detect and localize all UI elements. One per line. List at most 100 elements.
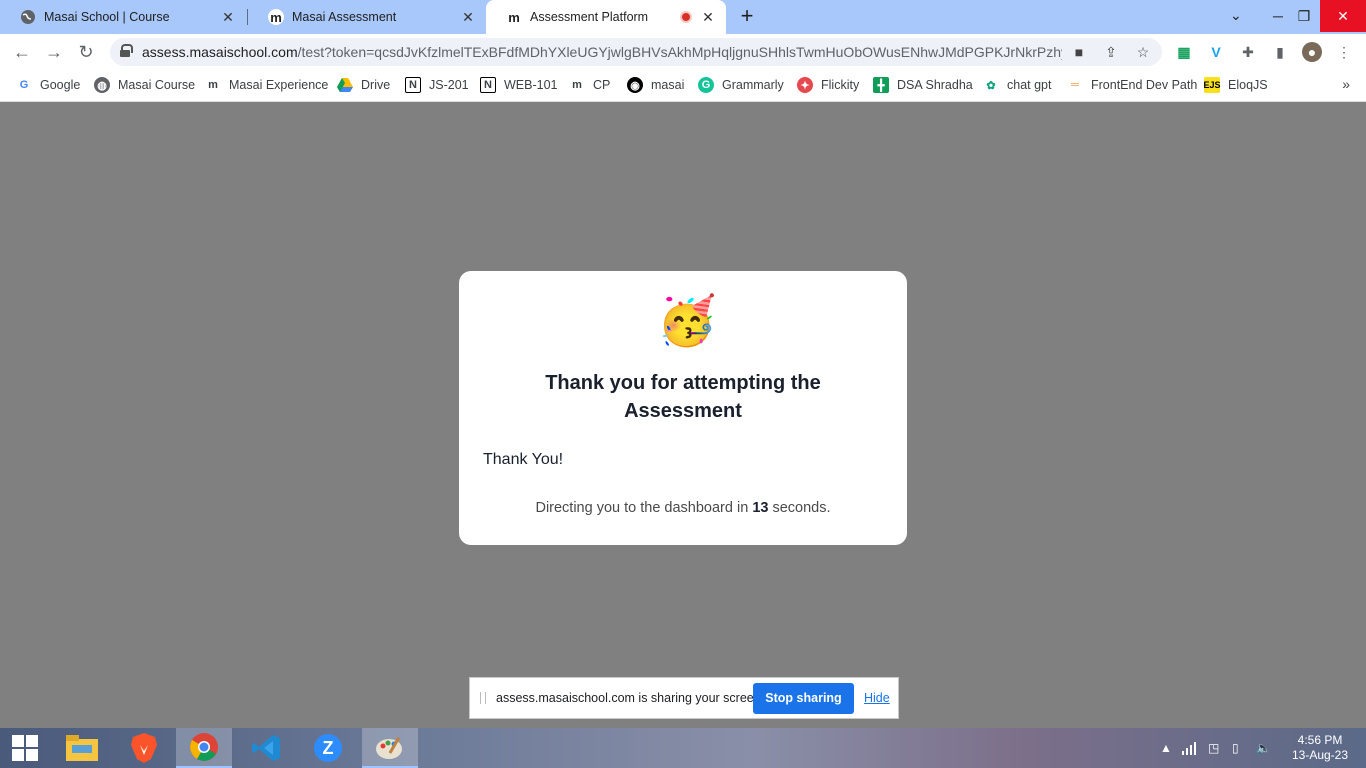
tab-masai-course[interactable]: Masai School | Course ✕ (0, 0, 246, 34)
masai-m-icon: m (508, 9, 520, 25)
bookmark-web-101[interactable]: N WEB-101 (480, 77, 558, 93)
vimeo-icon[interactable]: V (1206, 42, 1226, 62)
tab-title: Masai School | Course (44, 10, 170, 24)
bookmark-label: FrontEnd Dev Path (1091, 78, 1198, 92)
redirect-countdown: Directing you to the dashboard in 13 sec… (459, 500, 907, 516)
share-icon[interactable]: ⇪ (1102, 43, 1120, 61)
bookmark-label: Grammarly (722, 78, 784, 92)
bookmark-drive[interactable]: Drive (337, 77, 390, 93)
masai-m-icon: m (268, 9, 284, 25)
window-close-button[interactable]: ✕ (1320, 0, 1366, 32)
google-icon: G (19, 79, 29, 91)
close-icon[interactable]: ✕ (700, 9, 716, 25)
url-text[interactable]: assess.masaischool.com/test?token=qcsdJv… (142, 44, 1062, 60)
reload-button[interactable]: ↻ (74, 40, 98, 64)
close-icon[interactable]: ✕ (460, 9, 476, 25)
bookmark-star-icon[interactable]: ☆ (1134, 43, 1152, 61)
grammarly-icon: G (698, 77, 714, 93)
address-bar[interactable]: assess.masaischool.com/test?token=qcsdJv… (110, 38, 1162, 66)
battery-icon[interactable]: ▯ (1232, 728, 1239, 768)
menu-kebab-icon[interactable]: ⋮ (1334, 42, 1354, 62)
extensions-puzzle-icon[interactable]: ✚ (1238, 42, 1258, 62)
start-button[interactable] (0, 728, 50, 768)
tab-search-chevron-icon[interactable]: ⌄ (1230, 7, 1242, 24)
zoom-icon[interactable]: Z (300, 728, 356, 768)
bookmark-label: chat gpt (1007, 78, 1052, 92)
flickity-icon: ✦ (797, 77, 813, 93)
globe-icon (20, 9, 36, 25)
modal-title: Thank you for attempting the Assessment (545, 372, 821, 422)
bookmark-flickity[interactable]: ✦ Flickity (797, 77, 859, 93)
volume-icon[interactable]: 🔈 (1256, 728, 1271, 768)
svg-text:Z: Z (323, 738, 334, 758)
bookmark-masai-course[interactable]: ◍ Masai Course (94, 77, 195, 93)
bookmark-label: Google (40, 78, 81, 92)
globe-icon: ◍ (94, 77, 110, 93)
bookmark-google[interactable]: G Google (16, 77, 81, 93)
clock-time: 4:56 PM (1297, 733, 1343, 747)
tab-title: Masai Assessment (292, 10, 397, 24)
bookmark-chat-gpt[interactable]: ✿ chat gpt (983, 77, 1051, 93)
bookmark-label: JS-201 (429, 78, 469, 92)
device-icon[interactable]: ◳ (1208, 728, 1219, 768)
restore-button[interactable]: ❐ (1284, 0, 1324, 32)
tab-title: Assessment Platform (530, 10, 649, 24)
brave-icon[interactable] (116, 728, 172, 768)
camera-icon[interactable]: ■ (1070, 43, 1088, 61)
notion-icon: N (405, 77, 421, 93)
bookmark-label: DSA Shradha (897, 78, 973, 92)
paint-icon[interactable] (362, 728, 418, 768)
masai-m-icon: m (208, 79, 218, 91)
bookmark-label: Masai Experience (229, 78, 329, 92)
bookmark-grammarly[interactable]: G Grammarly (698, 77, 784, 93)
sheets-icon: ╋ (873, 77, 889, 93)
file-explorer-icon[interactable] (54, 728, 110, 768)
side-panel-icon[interactable]: ▮ (1270, 42, 1290, 62)
show-hidden-icons[interactable]: ▲ (1160, 728, 1172, 768)
redirect-suffix: seconds. (772, 500, 831, 516)
bookmark-masai-experience[interactable]: m Masai Experience (205, 77, 328, 93)
bookmark-label: masai (651, 78, 685, 92)
bookmark-label: EloqJS (1228, 78, 1268, 92)
party-face-icon: 🥳 (657, 295, 717, 348)
bookmark-label: Masai Course (118, 78, 196, 92)
stop-sharing-button[interactable]: Stop sharing (753, 683, 854, 714)
bookmark-eloqjs[interactable]: EJS EloqJS (1204, 77, 1268, 93)
close-icon[interactable]: ✕ (220, 9, 236, 25)
tab-masai-assessment[interactable]: m Masai Assessment ✕ (248, 0, 486, 34)
url-host: assess.masaischool.com (142, 44, 298, 60)
bookmark-js-201[interactable]: N JS-201 (405, 77, 469, 93)
vscode-icon[interactable] (238, 728, 294, 768)
bookmark-masai-github[interactable]: ◉ masai (627, 77, 684, 93)
lock-icon (120, 44, 133, 58)
new-tab-button[interactable]: + (736, 5, 758, 28)
bookmarks-bar: G Google ◍ Masai Course m Masai Experience … (0, 70, 1366, 102)
extension-chart-icon[interactable]: ▦ (1174, 42, 1194, 62)
tab-assessment-platform[interactable]: m Assessment Platform ✕ (486, 0, 726, 34)
bookmarks-overflow-icon[interactable]: » (1342, 76, 1350, 92)
windows-icon (12, 735, 38, 761)
redirect-seconds: 13 (752, 500, 769, 516)
drive-icon (337, 77, 353, 93)
hide-link[interactable]: Hide (864, 691, 890, 705)
tab-strip: Masai School | Course ✕ m Masai Assessme… (0, 0, 1366, 34)
bookmark-label: Flickity (821, 78, 860, 92)
profile-avatar[interactable]: ● (1302, 42, 1322, 62)
forward-button[interactable]: → (42, 40, 66, 64)
system-clock[interactable]: 4:56 PM 13-Aug-23 (1286, 733, 1354, 763)
notion-icon: N (480, 77, 496, 93)
modal-message: Thank You! (483, 451, 564, 468)
bookmark-label: WEB-101 (504, 78, 558, 92)
ejs-icon: EJS (1204, 77, 1221, 93)
chrome-icon[interactable] (176, 728, 232, 768)
bookmark-cp[interactable]: m CP (569, 77, 610, 93)
redirect-prefix: Directing you to the dashboard in (535, 500, 749, 516)
bookmark-dsa-shradha[interactable]: ╋ DSA Shradha (873, 77, 973, 93)
browser-toolbar: ← → ↻ assess.masaischool.com/test?token=… (0, 34, 1366, 70)
bookmark-label: CP (593, 78, 611, 92)
network-icon[interactable] (1182, 728, 1200, 768)
bookmark-frontend-dev-path[interactable]: ═ FrontEnd Dev Path (1067, 77, 1197, 93)
url-path: /test?token=qcsdJvKfzlmelTExBFdfMDhYXleU… (297, 44, 1062, 60)
drag-handle[interactable] (480, 692, 486, 704)
back-button[interactable]: ← (10, 40, 34, 64)
